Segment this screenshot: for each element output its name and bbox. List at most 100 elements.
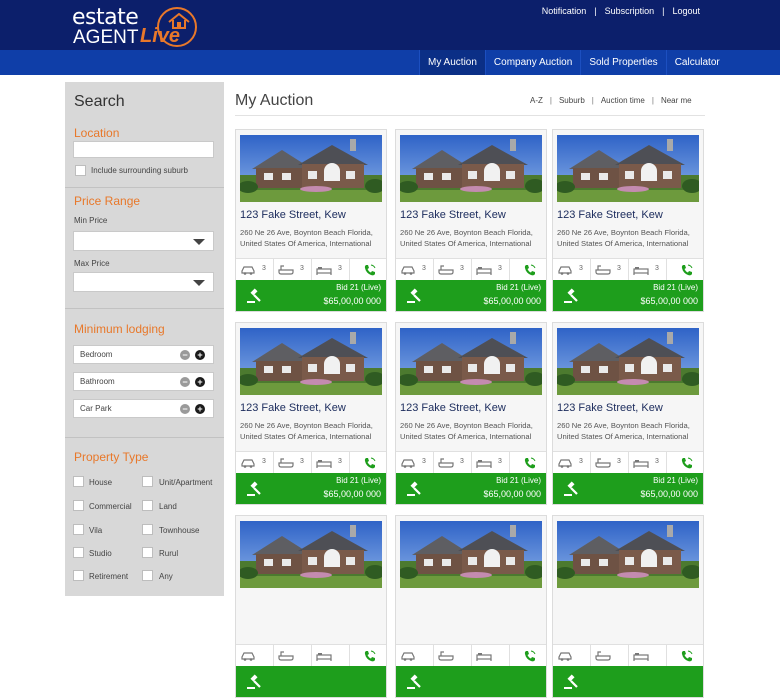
tab-sold-properties[interactable]: Sold Properties xyxy=(580,50,665,75)
listing-title[interactable]: 123 Fake Street, Kew xyxy=(557,209,663,221)
listing-card[interactable]: 123 Fake Street, Kew 260 Ne 26 Ave, Boynt… xyxy=(552,322,704,505)
plus-icon[interactable]: + xyxy=(195,377,205,387)
bid-bar[interactable] xyxy=(236,666,386,697)
notification-link[interactable]: Notification xyxy=(542,6,587,16)
tab-company-auction[interactable]: Company Auction xyxy=(484,50,580,75)
listing-card[interactable]: 123 Fake Street, Kew 260 Ne 26 Ave, Boynt… xyxy=(552,129,704,312)
bid-bar[interactable]: Bid 21 (Live) $65,00,00 000 xyxy=(236,280,386,311)
bid-price: $65,00,00 000 xyxy=(483,296,541,306)
bath-count: 3 xyxy=(300,458,304,465)
property-photo[interactable] xyxy=(240,135,382,202)
rurul-checkbox[interactable] xyxy=(142,547,153,558)
gavel-icon xyxy=(247,674,261,689)
property-photo[interactable] xyxy=(240,521,382,588)
property-photo[interactable] xyxy=(400,328,542,395)
vila-checkbox[interactable] xyxy=(73,524,84,535)
phone-icon[interactable] xyxy=(362,648,378,664)
chevron-down-icon xyxy=(193,239,205,245)
unit-apartment-checkbox[interactable] xyxy=(142,476,153,487)
listing-card[interactable] xyxy=(552,515,704,698)
listing-title[interactable]: 123 Fake Street, Kew xyxy=(400,209,506,221)
bath-icon xyxy=(595,265,611,275)
listing-card[interactable]: 123 Fake Street, Kew 260 Ne 26 Ave, Boynt… xyxy=(395,129,547,312)
listing-title[interactable]: 123 Fake Street, Kew xyxy=(400,402,506,414)
bed-feature: 3 xyxy=(629,452,667,474)
retirement-checkbox[interactable] xyxy=(73,570,84,581)
property-photo[interactable] xyxy=(557,521,699,588)
studio-checkbox[interactable] xyxy=(73,547,84,558)
min-price-select[interactable] xyxy=(73,231,214,251)
property-photo[interactable] xyxy=(400,521,542,588)
bid-bar[interactable]: Bid 21 (Live) $65,00,00 000 xyxy=(553,280,703,311)
subscription-link[interactable]: Subscription xyxy=(605,6,655,16)
listing-title[interactable]: 123 Fake Street, Kew xyxy=(240,209,346,221)
listing-card[interactable]: 123 Fake Street, Kew 260 Ne 26 Ave, Boynt… xyxy=(235,129,387,312)
location-input[interactable] xyxy=(73,141,214,158)
land-checkbox[interactable] xyxy=(142,500,153,511)
any-checkbox[interactable] xyxy=(142,570,153,581)
page-title: My Auction xyxy=(235,92,314,109)
brand-logo[interactable]: estate AGENT Live xyxy=(72,5,202,49)
max-price-select[interactable] xyxy=(73,272,214,292)
phone-icon[interactable] xyxy=(362,262,378,278)
plus-icon[interactable]: + xyxy=(195,350,205,360)
address-line: United States Of America, International xyxy=(240,432,372,441)
listing-title[interactable]: 123 Fake Street, Kew xyxy=(557,402,663,414)
commercial-label: Commercial xyxy=(89,502,132,511)
bid-bar[interactable] xyxy=(553,666,703,697)
car-count: 3 xyxy=(422,265,426,272)
address-line: 260 Ne 26 Ave, Boynton Beach Florida, xyxy=(557,421,690,430)
include-suburb-checkbox[interactable] xyxy=(75,165,86,176)
phone-icon[interactable] xyxy=(679,262,695,278)
tab-calculator[interactable]: Calculator xyxy=(665,50,728,75)
bath-icon xyxy=(278,265,294,275)
bath-count: 3 xyxy=(617,265,621,272)
phone-icon[interactable] xyxy=(679,455,695,471)
listing-card[interactable]: 123 Fake Street, Kew 260 Ne 26 Ave, Boynt… xyxy=(395,322,547,505)
bed-feature xyxy=(312,645,350,667)
plus-icon[interactable]: + xyxy=(195,404,205,414)
townhouse-checkbox[interactable] xyxy=(142,524,153,535)
phone-icon[interactable] xyxy=(522,648,538,664)
car-feature xyxy=(396,645,434,667)
bid-bar[interactable]: Bid 21 (Live) $65,00,00 000 xyxy=(396,280,546,311)
property-photo[interactable] xyxy=(557,328,699,395)
logout-link[interactable]: Logout xyxy=(672,6,700,16)
title-divider xyxy=(235,115,705,116)
features-row: 3 3 3 xyxy=(396,451,546,474)
property-photo[interactable] xyxy=(400,135,542,202)
bath-count: 3 xyxy=(460,265,464,272)
sort-suburb[interactable]: Suburb xyxy=(559,96,585,105)
minus-icon[interactable]: − xyxy=(180,350,190,360)
bid-bar[interactable]: Bid 21 (Live) $65,00,00 000 xyxy=(236,473,386,504)
features-row xyxy=(396,644,546,667)
phone-icon[interactable] xyxy=(679,648,695,664)
phone-icon[interactable] xyxy=(522,455,538,471)
bid-bar[interactable] xyxy=(396,666,546,697)
rurul-label: Rurul xyxy=(159,549,179,558)
minus-icon[interactable]: − xyxy=(180,377,190,387)
listing-card[interactable]: 123 Fake Street, Kew 260 Ne 26 Ave, Boynt… xyxy=(235,322,387,505)
bed-icon xyxy=(633,653,649,661)
bid-bar[interactable]: Bid 21 (Live) $65,00,00 000 xyxy=(396,473,546,504)
bid-bar[interactable]: Bid 21 (Live) $65,00,00 000 xyxy=(553,473,703,504)
tab-my-auction[interactable]: My Auction xyxy=(419,50,485,75)
listing-title[interactable]: 123 Fake Street, Kew xyxy=(240,402,346,414)
listing-card[interactable] xyxy=(395,515,547,698)
listing-card[interactable] xyxy=(235,515,387,698)
sort-az[interactable]: A-Z xyxy=(530,96,543,105)
bed-icon xyxy=(633,267,649,275)
gavel-icon xyxy=(247,481,261,496)
sort-near-me[interactable]: Near me xyxy=(661,96,692,105)
property-photo[interactable] xyxy=(240,328,382,395)
commercial-checkbox[interactable] xyxy=(73,500,84,511)
bed-feature: 3 xyxy=(472,452,510,474)
phone-icon[interactable] xyxy=(362,455,378,471)
phone-icon[interactable] xyxy=(522,262,538,278)
property-photo[interactable] xyxy=(557,135,699,202)
minus-icon[interactable]: − xyxy=(180,404,190,414)
separator: | xyxy=(651,96,654,105)
sort-auction-time[interactable]: Auction time xyxy=(601,96,645,105)
bed-count: 3 xyxy=(498,265,502,272)
house-checkbox[interactable] xyxy=(73,476,84,487)
